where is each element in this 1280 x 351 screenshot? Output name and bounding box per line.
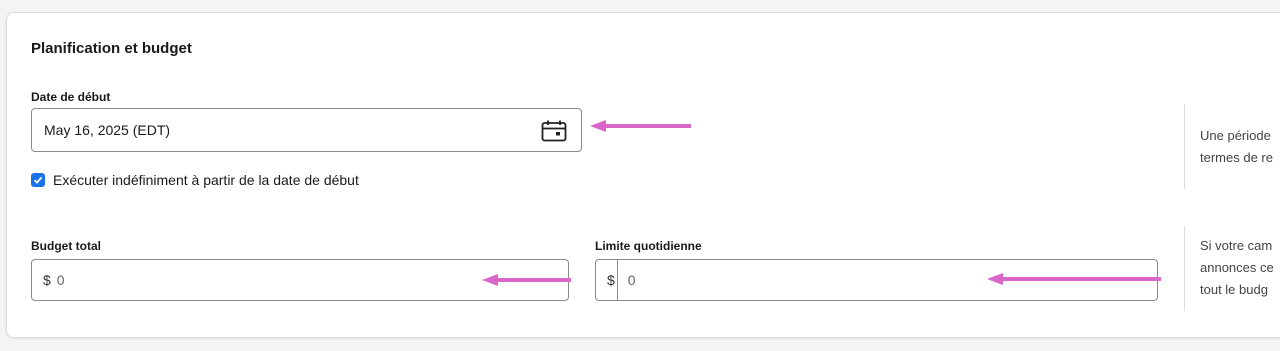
- currency-symbol: $: [607, 272, 615, 288]
- help-line: Une période: [1200, 128, 1271, 143]
- daily-limit-value: 0: [627, 272, 636, 288]
- currency-symbol: $: [43, 272, 51, 288]
- checkmark-icon: [33, 176, 43, 184]
- run-indefinitely-row[interactable]: Exécuter indéfiniment à partir de la dat…: [31, 172, 359, 188]
- help-line: termes de re: [1200, 150, 1273, 165]
- calendar-icon[interactable]: [541, 120, 567, 142]
- start-date-field[interactable]: May 16, 2025 (EDT): [31, 108, 582, 152]
- total-budget-value: 0: [56, 272, 65, 288]
- run-indefinitely-label: Exécuter indéfiniment à partir de la dat…: [53, 172, 359, 188]
- input-divider: [616, 260, 618, 300]
- start-date-value: May 16, 2025 (EDT): [44, 122, 171, 138]
- help-line: tout le budg: [1200, 282, 1268, 297]
- daily-limit-label: Limite quotidienne: [595, 239, 702, 253]
- annotation-arrow: [590, 120, 691, 132]
- start-date-label: Date de début: [31, 90, 111, 104]
- help-line: annonces ce: [1200, 260, 1274, 275]
- run-indefinitely-checkbox[interactable]: [31, 173, 45, 187]
- annotation-arrow: [482, 274, 571, 286]
- budget-help-text: Si votre cam annonces ce tout le budg: [1184, 226, 1280, 311]
- annotation-arrow: [987, 273, 1161, 285]
- total-budget-label: Budget total: [31, 239, 101, 253]
- date-help-text: Une période termes de re: [1184, 104, 1280, 189]
- help-line: Si votre cam: [1200, 238, 1273, 253]
- section-title: Planification et budget: [31, 40, 192, 57]
